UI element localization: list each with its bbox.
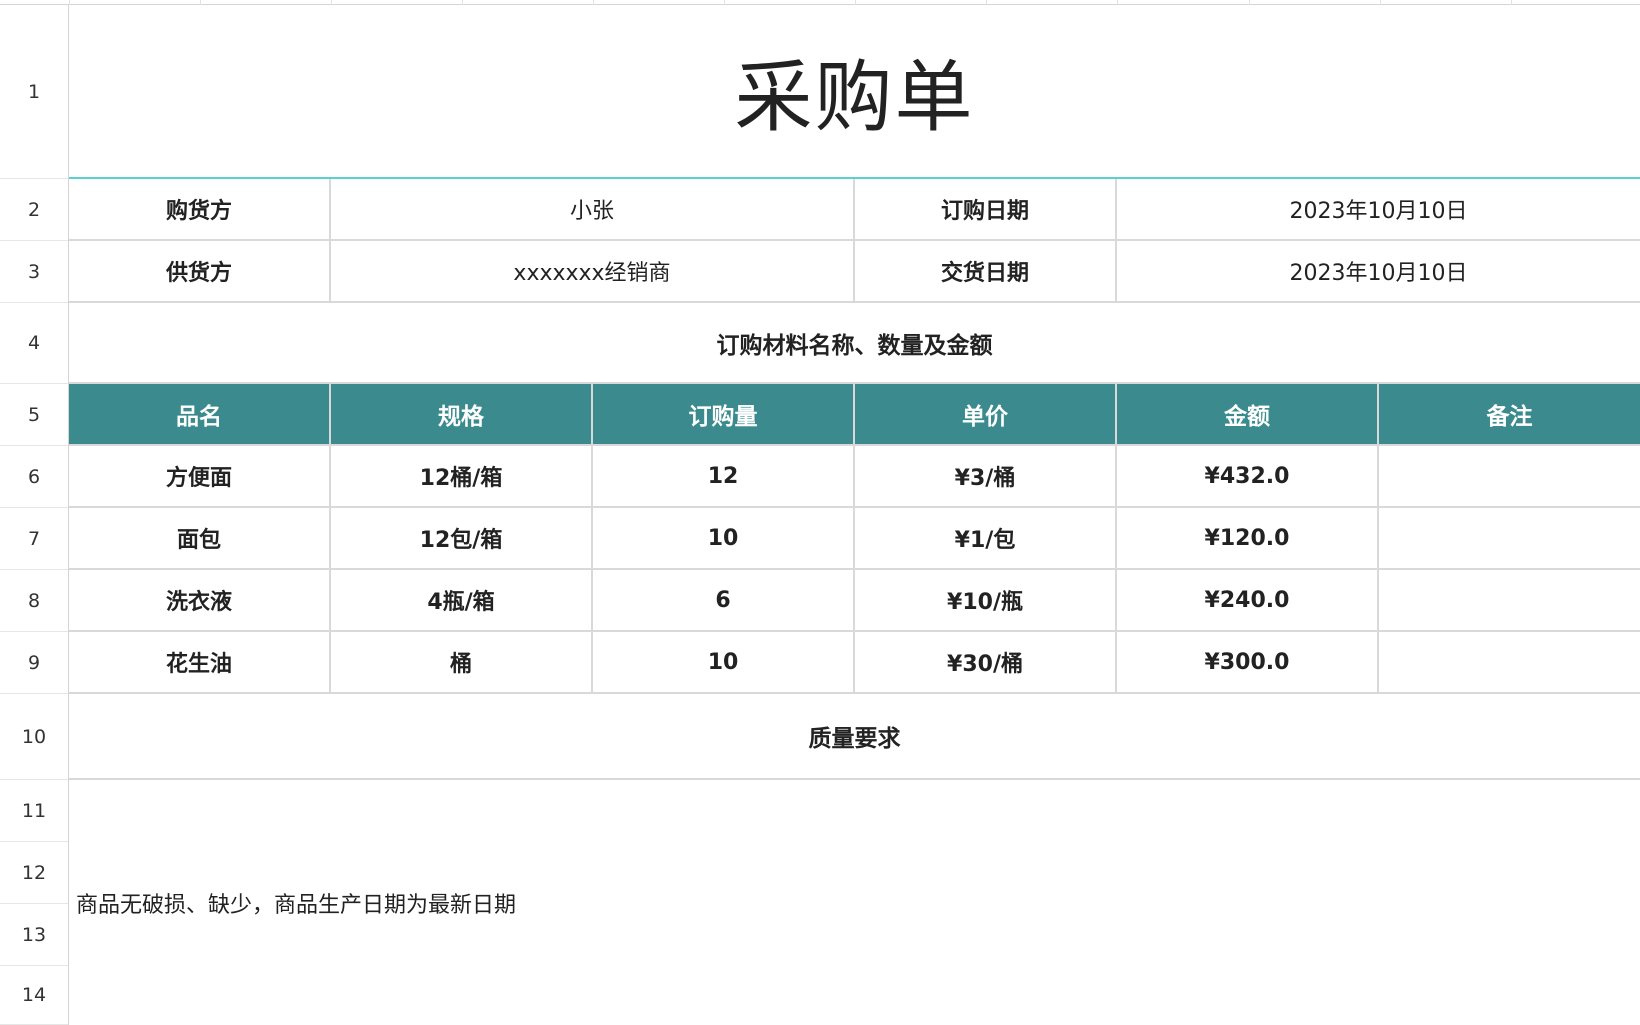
table-cell[interactable]: ¥120.0 <box>1117 508 1379 570</box>
quality-requirements-note[interactable]: 商品无破损、缺少，商品生产日期为最新日期 <box>69 780 1640 1025</box>
table-cell[interactable]: ¥30/桶 <box>855 632 1117 694</box>
header-remarks[interactable]: 备注 <box>1379 384 1640 446</box>
table-cell[interactable]: 12桶/箱 <box>331 446 593 508</box>
table-cell[interactable] <box>1379 570 1640 632</box>
delivery-date-value[interactable]: 2023年10月10日 <box>1117 241 1640 303</box>
materials-section-heading[interactable]: 订购材料名称、数量及金额 <box>69 303 1640 384</box>
table-cell[interactable]: 10 <box>593 632 855 694</box>
table-cell[interactable]: 6 <box>593 570 855 632</box>
row-number[interactable]: 10 <box>0 694 68 780</box>
row-number[interactable]: 1 <box>0 5 68 179</box>
supplier-value[interactable]: xxxxxxx经销商 <box>331 241 855 303</box>
cell-grid: 采购单 购货方 小张 订购日期 2023年10月10日 供货方 xxxxxxx经… <box>69 5 1640 1025</box>
row-number[interactable]: 7 <box>0 508 68 570</box>
supplier-label[interactable]: 供货方 <box>69 241 331 303</box>
row-number[interactable]: 14 <box>0 966 68 1025</box>
table-cell[interactable]: ¥432.0 <box>1117 446 1379 508</box>
row-number[interactable]: 3 <box>0 241 68 303</box>
header-product-name[interactable]: 品名 <box>69 384 331 446</box>
row-number[interactable]: 9 <box>0 632 68 694</box>
delivery-date-label[interactable]: 交货日期 <box>855 241 1117 303</box>
header-spec[interactable]: 规格 <box>331 384 593 446</box>
table-cell[interactable]: ¥3/桶 <box>855 446 1117 508</box>
table-cell[interactable] <box>1379 632 1640 694</box>
buyer-label[interactable]: 购货方 <box>69 179 331 241</box>
header-quantity[interactable]: 订购量 <box>593 384 855 446</box>
row-number[interactable]: 5 <box>0 384 68 446</box>
table-cell[interactable]: 12 <box>593 446 855 508</box>
row-number[interactable]: 2 <box>0 179 68 241</box>
table-cell[interactable]: ¥1/包 <box>855 508 1117 570</box>
table-cell[interactable]: 面包 <box>69 508 331 570</box>
row-number[interactable]: 11 <box>0 780 68 842</box>
row-number[interactable]: 12 <box>0 842 68 904</box>
buyer-value[interactable]: 小张 <box>331 179 855 241</box>
table-cell[interactable]: 花生油 <box>69 632 331 694</box>
table-cell[interactable]: 桶 <box>331 632 593 694</box>
row-number[interactable]: 13 <box>0 904 68 966</box>
row-number[interactable]: 8 <box>0 570 68 632</box>
page-title[interactable]: 采购单 <box>69 5 1640 179</box>
table-cell[interactable]: 12包/箱 <box>331 508 593 570</box>
table-cell[interactable]: ¥300.0 <box>1117 632 1379 694</box>
row-number[interactable]: 6 <box>0 446 68 508</box>
row-number-gutter: 1 2 3 4 5 6 7 8 9 10 11 12 13 14 <box>0 5 69 1025</box>
table-cell[interactable]: 10 <box>593 508 855 570</box>
table-cell[interactable]: 方便面 <box>69 446 331 508</box>
table-cell[interactable] <box>1379 508 1640 570</box>
row-number[interactable]: 4 <box>0 303 68 384</box>
order-date-value[interactable]: 2023年10月10日 <box>1117 179 1640 241</box>
table-cell[interactable]: ¥240.0 <box>1117 570 1379 632</box>
header-amount[interactable]: 金额 <box>1117 384 1379 446</box>
quality-section-heading[interactable]: 质量要求 <box>69 694 1640 780</box>
table-cell[interactable]: 洗衣液 <box>69 570 331 632</box>
table-cell[interactable]: 4瓶/箱 <box>331 570 593 632</box>
order-date-label[interactable]: 订购日期 <box>855 179 1117 241</box>
table-cell[interactable] <box>1379 446 1640 508</box>
spreadsheet: 1 2 3 4 5 6 7 8 9 10 11 12 13 14 采购单 购货方… <box>0 0 1640 1025</box>
table-cell[interactable]: ¥10/瓶 <box>855 570 1117 632</box>
header-unit-price[interactable]: 单价 <box>855 384 1117 446</box>
